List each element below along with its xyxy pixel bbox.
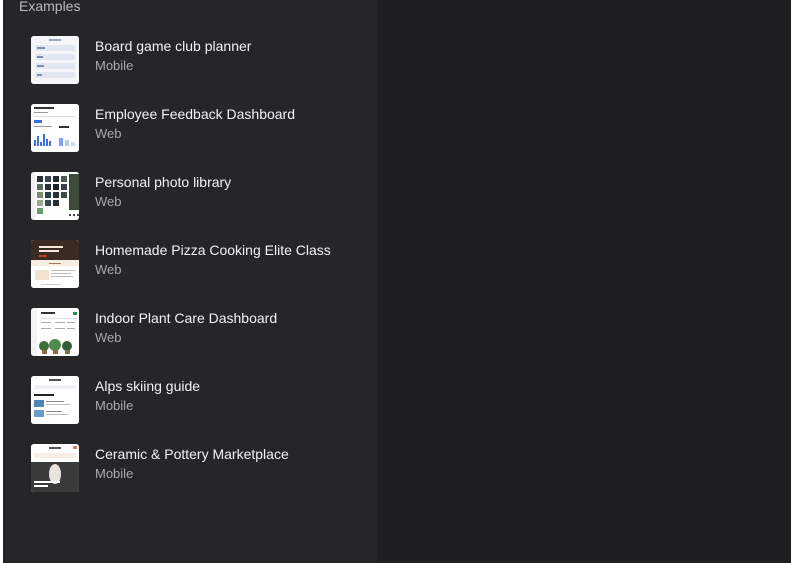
example-item-photo-library[interactable]: Personal photo library Web	[15, 168, 369, 230]
example-item-pizza-class[interactable]: Homemade Pizza Cooking Elite Class Web	[15, 236, 369, 298]
example-title: Ceramic & Pottery Marketplace	[95, 446, 289, 462]
app-window: Examples Board game club planner Mobile …	[3, 0, 791, 563]
skiing-guide-thumbnail	[31, 376, 79, 424]
example-item-board-game-planner[interactable]: Board game club planner Mobile	[15, 32, 369, 94]
example-title: Alps skiing guide	[95, 378, 201, 394]
example-platform: Web	[95, 330, 122, 345]
photo-library-thumbnail	[31, 172, 79, 220]
example-title: Indoor Plant Care Dashboard	[95, 310, 278, 326]
example-platform: Mobile	[95, 398, 134, 413]
example-platform: Mobile	[95, 58, 134, 73]
preview-panel	[377, 0, 791, 563]
example-title: Homemade Pizza Cooking Elite Class	[95, 242, 331, 258]
example-title: Employee Feedback Dashboard	[95, 106, 296, 122]
example-item-feedback-dashboard[interactable]: Employee Feedback Dashboard Web	[15, 100, 369, 162]
example-item-plant-care[interactable]: Indoor Plant Care Dashboard Web	[15, 304, 369, 366]
pizza-class-thumbnail	[31, 240, 79, 288]
examples-heading: Examples	[19, 0, 81, 14]
example-platform: Mobile	[95, 466, 134, 481]
example-platform: Web	[95, 262, 122, 277]
feedback-dashboard-thumbnail	[31, 104, 79, 152]
example-title: Board game club planner	[95, 38, 252, 54]
example-title: Personal photo library	[95, 174, 232, 190]
example-item-skiing-guide[interactable]: Alps skiing guide Mobile	[15, 372, 369, 434]
example-platform: Web	[95, 194, 122, 209]
example-item-pottery-marketplace[interactable]: Ceramic & Pottery Marketplace Mobile	[15, 440, 369, 502]
pottery-marketplace-thumbnail	[31, 444, 79, 492]
plant-care-thumbnail	[31, 308, 79, 356]
board-game-planner-thumbnail	[31, 36, 79, 84]
example-platform: Web	[95, 126, 122, 141]
examples-panel: Examples Board game club planner Mobile …	[3, 0, 377, 563]
